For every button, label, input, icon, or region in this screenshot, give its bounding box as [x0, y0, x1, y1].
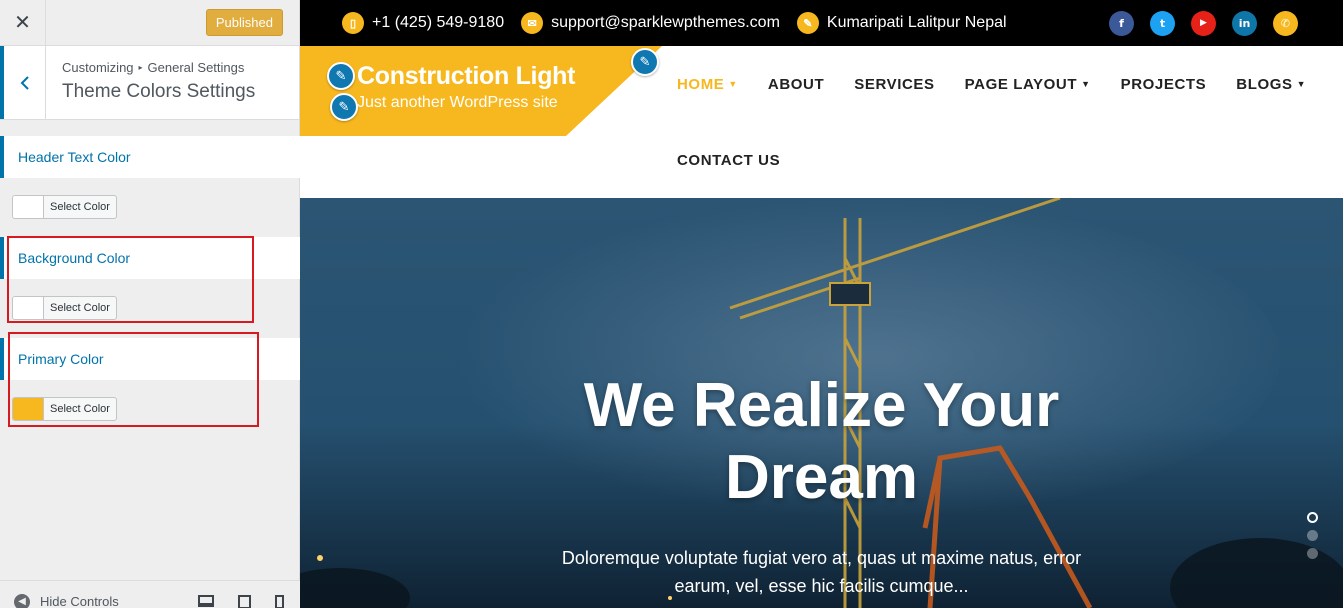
section-header: Customizing ▸ General Settings Theme Col…: [0, 46, 299, 120]
tablet-icon[interactable]: [238, 594, 251, 608]
color-swatch: [13, 196, 44, 218]
slider-dot-active[interactable]: [1307, 512, 1318, 523]
map-marker-icon: ✎: [796, 12, 819, 34]
highlight-box: [7, 236, 254, 323]
breadcrumb-arrow-icon: ▸: [138, 63, 143, 72]
social-links: f t ▶ in ✆: [1109, 10, 1343, 36]
hero-slider: We Realize Your Dream Doloremque volupta…: [300, 198, 1343, 608]
highlight-box: [8, 332, 259, 427]
arrow-left-circle-icon: ◀: [14, 593, 30, 608]
slider-dot[interactable]: [1307, 548, 1318, 559]
hero-heading-line2: Dream: [725, 443, 918, 512]
facebook-icon[interactable]: f: [1109, 10, 1134, 36]
close-icon[interactable]: ✕: [0, 0, 46, 46]
back-button[interactable]: [0, 46, 46, 119]
customizer-header: ✕ Published: [0, 0, 299, 46]
nav-item-projects[interactable]: PROJECTS: [1121, 76, 1207, 93]
breadcrumb-root: Customizing: [62, 60, 134, 75]
breadcrumb-parent: General Settings: [147, 60, 245, 75]
email-info: ✉ support@sparklewpthemes.com: [521, 12, 780, 34]
site-tagline: Just another WordPress site: [357, 94, 558, 111]
slider-pagination: [1307, 512, 1318, 559]
breadcrumb: Customizing ▸ General Settings: [62, 60, 255, 75]
nav-item-page-layout[interactable]: PAGE LAYOUT ▼: [965, 76, 1091, 93]
hide-controls-button[interactable]: ◀ Hide Controls: [0, 593, 119, 608]
youtube-icon[interactable]: ▶: [1191, 10, 1216, 36]
main-navigation: HOME ▼ ABOUT SERVICES PAGE LAYOUT ▼ PROJEC…: [677, 46, 1317, 198]
select-color-label: Select Color: [50, 201, 110, 213]
linkedin-icon[interactable]: in: [1232, 10, 1257, 36]
site-header: Construction Light Just another WordPres…: [300, 46, 1343, 198]
chevron-left-icon: [20, 75, 29, 90]
nav-label: PAGE LAYOUT: [964, 75, 1078, 93]
slider-dot[interactable]: [1307, 530, 1318, 541]
phone-info: ▯ +1 (425) 549-9180: [342, 12, 504, 34]
edit-pencil-icon[interactable]: ✎: [330, 93, 358, 121]
desktop-icon[interactable]: [198, 594, 214, 607]
mobile-icon[interactable]: [275, 594, 284, 608]
chevron-down-icon: ▼: [1296, 79, 1307, 89]
nav-item-services[interactable]: SERVICES: [854, 76, 934, 93]
nav-label: HOME: [677, 75, 725, 93]
hero-description: Doloremque voluptate fugiat vero at, qua…: [561, 548, 1082, 596]
nav-item-contact[interactable]: CONTACT US: [677, 152, 780, 169]
mobile-phone-icon: ▯: [342, 12, 364, 34]
twitter-icon[interactable]: t: [1150, 10, 1175, 36]
hero-heading: We Realize Your Dream: [300, 370, 1343, 514]
publish-button[interactable]: Published: [205, 9, 283, 36]
nav-item-about[interactable]: ABOUT: [768, 76, 824, 93]
address-info: ✎ Kumaripati Lalitpur Nepal: [796, 12, 1007, 34]
email-address[interactable]: support@sparklewpthemes.com: [551, 14, 780, 32]
edit-pencil-icon[interactable]: ✎: [327, 62, 355, 90]
control-label: Header Text Color: [0, 136, 300, 178]
select-color-button[interactable]: Select Color: [12, 195, 117, 219]
device-switcher: [198, 594, 300, 608]
site-preview: ▯ +1 (425) 549-9180 ✉ support@sparklewpt…: [300, 0, 1343, 608]
site-branding: Construction Light Just another WordPres…: [357, 62, 575, 112]
edit-pencil-icon[interactable]: ✎: [631, 48, 659, 76]
chevron-down-icon: ▼: [1081, 79, 1091, 89]
site-title[interactable]: Construction Light: [357, 62, 575, 91]
nav-item-home[interactable]: HOME ▼: [677, 76, 738, 93]
address-text: Kumaripati Lalitpur Nepal: [826, 14, 1007, 31]
top-bar: ▯ +1 (425) 549-9180 ✉ support@sparklewpt…: [300, 0, 1343, 46]
chevron-down-icon: ▼: [728, 79, 738, 89]
hide-controls-label: Hide Controls: [40, 594, 119, 608]
nav-label: BLOGS: [1236, 75, 1293, 93]
section-title: Theme Colors Settings: [62, 81, 256, 102]
phone-number[interactable]: +1 (425) 549-9180: [372, 14, 504, 32]
phone-icon[interactable]: ✆: [1273, 10, 1298, 36]
hero-heading-line1: We Realize Your: [583, 371, 1060, 440]
customizer-footer: ◀ Hide Controls: [0, 580, 300, 608]
envelope-icon: ✉: [521, 12, 544, 34]
header-text-color-control: Header Text Color Select Color: [0, 136, 300, 236]
nav-item-blogs[interactable]: BLOGS ▼: [1236, 76, 1306, 93]
customizer-sidebar: ✕ Published Customizing ▸ General Settin…: [0, 0, 300, 608]
